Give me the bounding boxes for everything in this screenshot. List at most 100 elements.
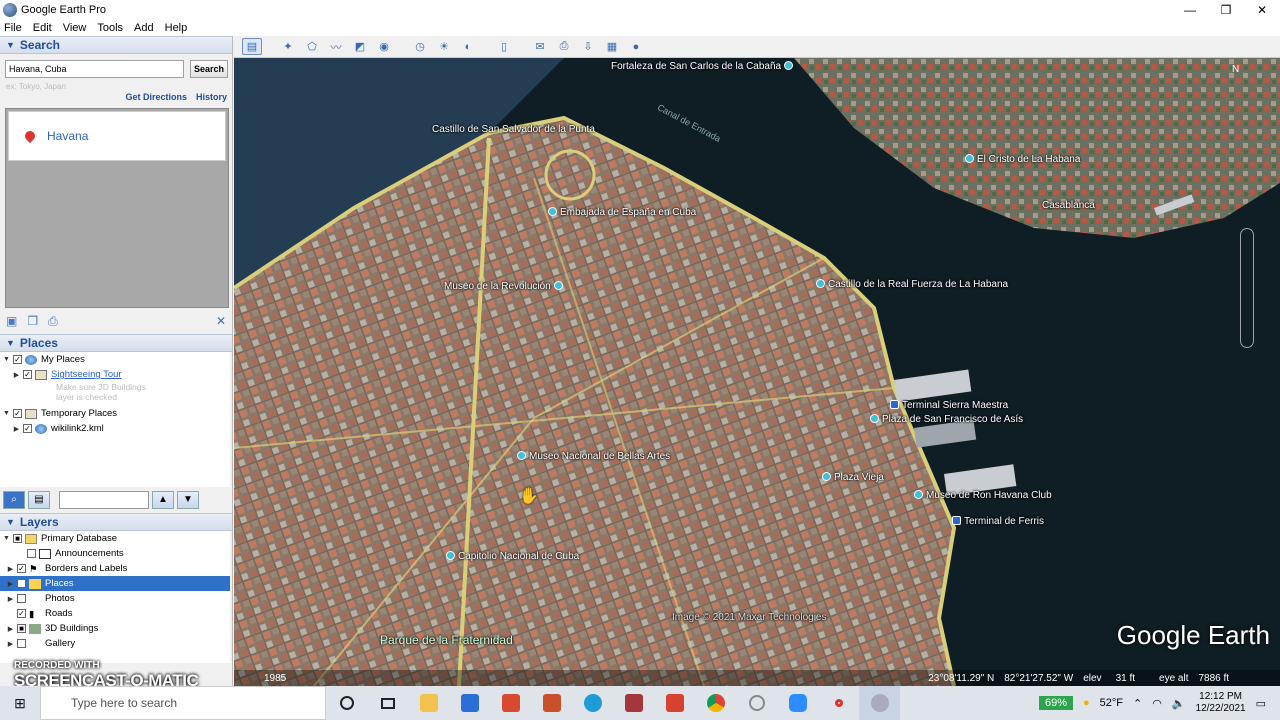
expand-icon[interactable]: ▼ bbox=[2, 356, 11, 363]
tree-item-wikilink[interactable]: ▶ ✓ wikilink2.kml bbox=[0, 421, 230, 436]
map-label[interactable]: Museo de la Revolución bbox=[444, 281, 566, 292]
map-label[interactable]: Museo de Ron Havana Club bbox=[914, 490, 1052, 501]
expand-icon[interactable]: ▼ bbox=[2, 535, 11, 542]
layer-3d-buildings[interactable]: ▶ ■ 3D Buildings bbox=[0, 621, 230, 636]
checkbox[interactable] bbox=[17, 639, 26, 648]
notifications-icon[interactable]: ▭ bbox=[1256, 697, 1266, 710]
layer-places[interactable]: ▶ ✓ Places bbox=[0, 576, 230, 591]
map-label[interactable]: Terminal de Ferris bbox=[952, 516, 1044, 527]
chrome-icon[interactable] bbox=[695, 686, 736, 720]
expand-icon[interactable]: ▶ bbox=[6, 625, 15, 633]
close-button[interactable]: ✕ bbox=[1244, 0, 1280, 20]
copy-icon[interactable]: ❐ bbox=[27, 314, 38, 328]
add-placemark-icon[interactable]: ✦ bbox=[278, 38, 298, 55]
clear-results-icon[interactable]: ✕ bbox=[216, 314, 226, 328]
checkbox[interactable]: ■ bbox=[17, 624, 26, 633]
file-explorer-icon[interactable] bbox=[408, 686, 449, 720]
sunlight-icon[interactable]: ☀ bbox=[434, 38, 454, 55]
layer-announcements[interactable]: Announcements bbox=[0, 546, 230, 561]
screencast-icon[interactable] bbox=[818, 686, 859, 720]
expand-icon[interactable]: ▼ bbox=[2, 410, 11, 417]
expand-icon[interactable]: ▶ bbox=[12, 371, 21, 379]
taskbar-search-input[interactable]: Type here to search bbox=[40, 686, 326, 720]
access-icon[interactable] bbox=[613, 686, 654, 720]
map-label[interactable]: Fortaleza de San Carlos de la Cabaña bbox=[611, 61, 796, 72]
cortana-icon[interactable] bbox=[326, 686, 367, 720]
expand-icon[interactable]: ▶ bbox=[6, 640, 15, 648]
search-input[interactable] bbox=[5, 60, 184, 78]
checkbox[interactable]: ✓ bbox=[13, 355, 22, 364]
menu-help[interactable]: Help bbox=[165, 22, 188, 34]
checkbox[interactable]: ✓ bbox=[17, 564, 26, 573]
places-panel-header[interactable]: ▼ Places bbox=[0, 334, 232, 352]
search-panel-header[interactable]: ▼ Search bbox=[0, 36, 232, 54]
checkbox[interactable]: ✓ bbox=[17, 579, 26, 588]
earth-icon[interactable]: ● bbox=[626, 38, 646, 55]
gplus-icon[interactable] bbox=[654, 686, 695, 720]
search-result-item[interactable]: Havana bbox=[8, 111, 226, 161]
save-image-icon[interactable]: ⇩ bbox=[578, 38, 598, 55]
layer-gallery[interactable]: ▶ Gallery bbox=[0, 636, 230, 651]
historical-imagery-icon[interactable]: ◷ bbox=[410, 38, 430, 55]
zoom-slider[interactable] bbox=[1240, 228, 1254, 348]
search-places-icon[interactable]: ⌕ bbox=[3, 491, 25, 509]
checkbox[interactable] bbox=[27, 549, 36, 558]
expand-icon[interactable]: ▶ bbox=[6, 595, 15, 603]
map-label[interactable]: Terminal Sierra Maestra bbox=[890, 400, 1008, 411]
checkbox[interactable]: ✓ bbox=[23, 370, 32, 379]
tree-item-my-places[interactable]: ▼ ✓ My Places bbox=[0, 352, 230, 367]
panel-toggle-icon[interactable]: ▤ bbox=[28, 491, 50, 509]
network-icon[interactable]: ◠ bbox=[1152, 697, 1162, 710]
search-button[interactable]: Search bbox=[190, 60, 228, 78]
map-label[interactable]: Capitolio Nacional de Cuba bbox=[446, 551, 579, 562]
map-label[interactable]: El Cristo de La Habana bbox=[965, 154, 1080, 165]
expand-icon[interactable]: ▶ bbox=[6, 565, 15, 573]
map-label[interactable]: Plaza Vieja bbox=[822, 472, 884, 483]
switch-planet-icon[interactable]: ◐ bbox=[458, 38, 478, 55]
google-earth-taskbar-icon[interactable] bbox=[859, 686, 900, 720]
add-path-icon[interactable]: 〰 bbox=[326, 38, 346, 55]
move-up-icon[interactable]: ▲ bbox=[152, 491, 174, 509]
sidebar-toggle-icon[interactable]: ▤ bbox=[242, 38, 262, 55]
task-view-icon[interactable] bbox=[367, 686, 408, 720]
weather-temp[interactable]: 52°F bbox=[1100, 697, 1123, 709]
add-polygon-icon[interactable]: ⬠ bbox=[302, 38, 322, 55]
map-label[interactable]: Embajada de España en Cuba bbox=[548, 207, 696, 218]
minimize-button[interactable]: — bbox=[1172, 0, 1208, 20]
print-icon[interactable]: ⎙ bbox=[48, 314, 58, 329]
menu-edit[interactable]: Edit bbox=[33, 22, 52, 34]
tree-item-sightseeing-tour[interactable]: ▶ ✓ Sightseeing Tour bbox=[0, 367, 230, 382]
checkbox[interactable]: ✓ bbox=[17, 609, 26, 618]
history-link[interactable]: History bbox=[196, 92, 227, 102]
print-icon[interactable]: ⎙ bbox=[554, 38, 574, 55]
windows-start-icon[interactable]: ⊞ bbox=[0, 686, 40, 720]
get-directions-link[interactable]: Get Directions bbox=[125, 92, 187, 102]
tree-item-temporary-places[interactable]: ▼ ✓ Temporary Places bbox=[0, 406, 230, 421]
battery-indicator[interactable]: 69% bbox=[1038, 696, 1073, 710]
ruler-icon[interactable]: ▯ bbox=[494, 38, 514, 55]
clock[interactable]: 12:12 PM 12/22/2021 bbox=[1196, 691, 1246, 715]
places-filter-input[interactable] bbox=[59, 491, 149, 509]
map-view[interactable]: N Fortaleza de San Carlos de la Cabaña C… bbox=[234, 58, 1280, 686]
map-label[interactable]: Museo Nacional de Bellas Artes bbox=[517, 451, 670, 462]
move-down-icon[interactable]: ▼ bbox=[177, 491, 199, 509]
menu-tools[interactable]: Tools bbox=[97, 22, 123, 34]
add-image-overlay-icon[interactable]: ◩ bbox=[350, 38, 370, 55]
map-label[interactable]: Castillo de San Salvador de la Punta bbox=[432, 124, 595, 135]
edge-icon[interactable] bbox=[572, 686, 613, 720]
record-tour-icon[interactable]: ◉ bbox=[374, 38, 394, 55]
map-label[interactable]: Casablanca bbox=[1042, 200, 1095, 211]
checkbox[interactable]: ✓ bbox=[23, 424, 32, 433]
view-in-maps-icon[interactable]: ▦ bbox=[602, 38, 622, 55]
maximize-button[interactable]: ❐ bbox=[1208, 0, 1244, 20]
layer-primary-database[interactable]: ▼ ■ Primary Database bbox=[0, 531, 230, 546]
zoom-icon[interactable] bbox=[777, 686, 818, 720]
checkbox[interactable]: ✓ bbox=[13, 409, 22, 418]
email-icon[interactable]: ✉ bbox=[530, 38, 550, 55]
document-app-icon[interactable] bbox=[531, 686, 572, 720]
checkbox[interactable]: ■ bbox=[13, 534, 22, 543]
layer-photos[interactable]: ▶ Photos bbox=[0, 591, 230, 606]
menu-file[interactable]: File bbox=[4, 22, 22, 34]
layer-borders-labels[interactable]: ▶ ✓ ⚑ Borders and Labels bbox=[0, 561, 230, 576]
layer-roads[interactable]: ✓ ▮ Roads bbox=[0, 606, 230, 621]
